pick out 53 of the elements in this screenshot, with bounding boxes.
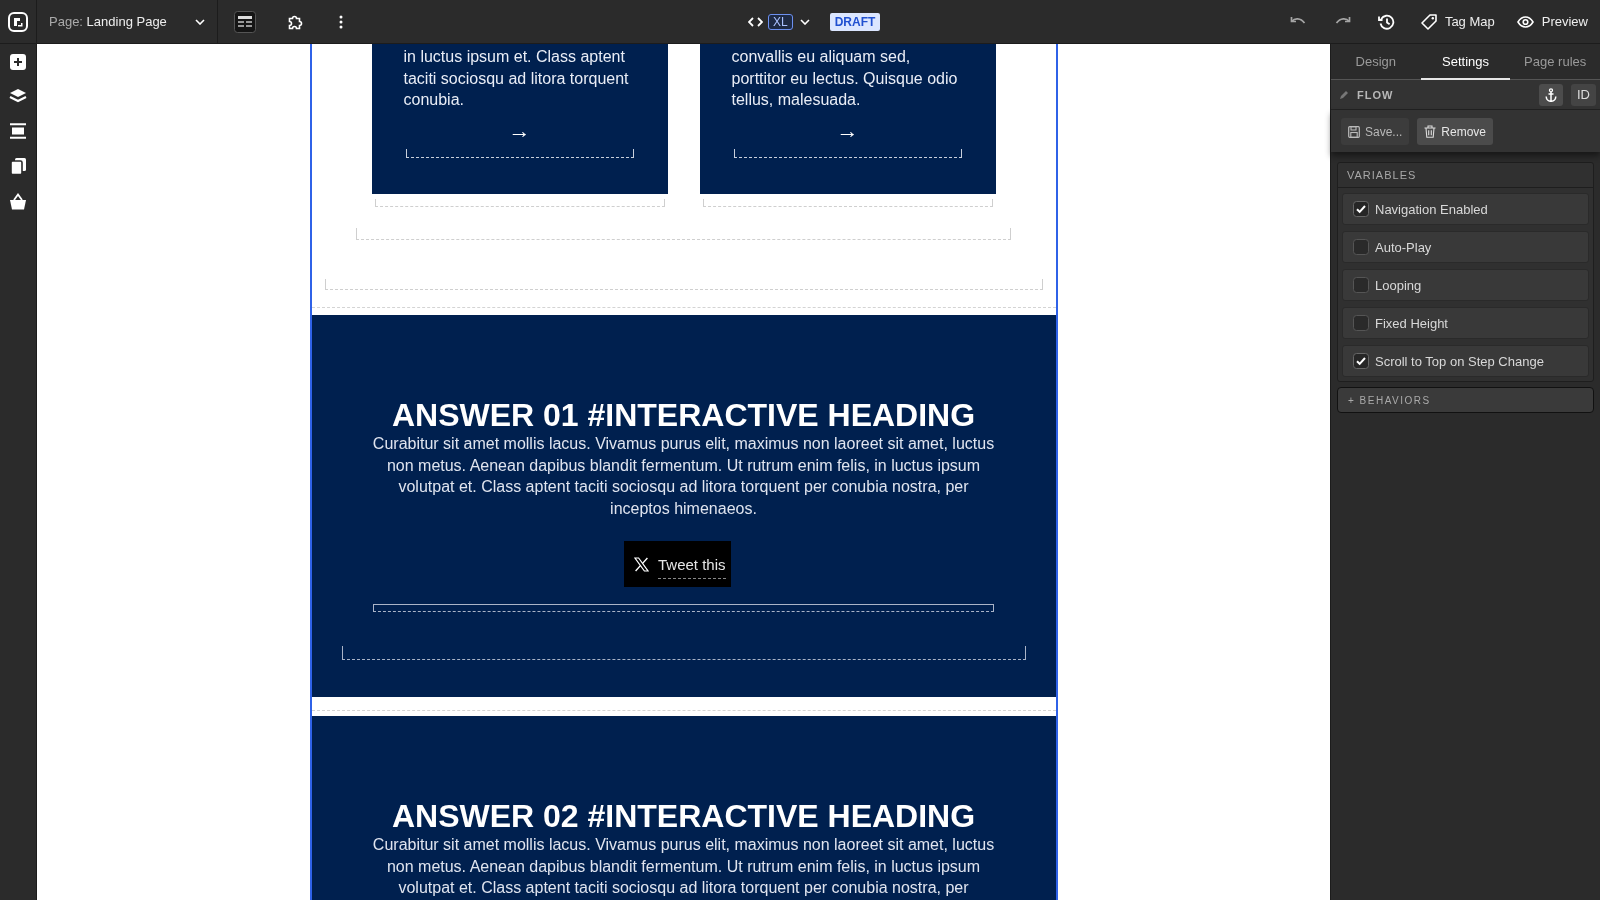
id-button[interactable]: ID: [1571, 83, 1596, 106]
panel-tab[interactable]: Design: [1331, 44, 1421, 80]
kebab-menu-icon[interactable]: [339, 14, 343, 29]
trash-icon: [1424, 125, 1437, 138]
card-text: convallis eu aliquam sed, porttitor eu lectus. Quisque odio tellus, malesuada.: [731, 47, 959, 110]
history-icon[interactable]: [1377, 13, 1395, 30]
section-heading: ANSWER 01 #INTERACTIVE HEADING: [391, 397, 976, 433]
pages-icon[interactable]: [9, 157, 27, 175]
tag-icon: [1420, 13, 1437, 30]
pencil-icon: [1339, 89, 1349, 100]
logo-icon[interactable]: [8, 11, 28, 32]
chevron-down-icon[interactable]: [799, 18, 810, 25]
tag-map-button[interactable]: Tag Map: [1420, 13, 1495, 30]
save-button[interactable]: Save...: [1341, 118, 1410, 145]
code-icon[interactable]: [748, 16, 763, 27]
section-text: Curabitur sit amet mollis lacus. Vivamus purus elit, maximus non laoreet sit amet, luctus non metus. Aenean dapibus blandit fermentum. Ut rutrum enim felis, in luctus ipsum volutpat et. Class aptent taciti sociosqu ad litora torquent per conubia nostra, per inceptos himenaeos.: [371, 434, 996, 519]
variable-option[interactable]: Fixed Height: [1342, 307, 1589, 339]
checkbox[interactable]: [1353, 315, 1369, 331]
layers-icon[interactable]: [9, 88, 27, 105]
preview-button[interactable]: Preview: [1516, 14, 1588, 29]
section-text: Curabitur sit amet mollis lacus. Vivamus purus elit, maximus non laoreet sit amet, luctus non metus. Aenean dapibus blandit fermentum. Ut rutrum enim felis, in luctus ipsum volutpat et. Class aptent taciti sociosqu ad litora torquent per conubia nostra, per: [371, 835, 996, 898]
variable-option[interactable]: Navigation Enabled: [1342, 193, 1589, 225]
variable-option[interactable]: Scroll to Top on Step Change: [1342, 345, 1589, 377]
add-icon[interactable]: [10, 54, 26, 70]
save-icon: [1348, 125, 1360, 138]
variable-option[interactable]: Auto-Play: [1342, 231, 1589, 263]
card-text: in luctus ipsum et. Class aptent taciti sociosqu ad litora torquent conubia.: [403, 47, 630, 110]
checkbox[interactable]: [1353, 353, 1369, 369]
status-badge: DRAFT: [829, 12, 881, 31]
sections-icon[interactable]: [9, 123, 27, 139]
checkbox[interactable]: [1353, 201, 1369, 217]
checkbox[interactable]: [1353, 277, 1369, 293]
variable-option[interactable]: Looping: [1342, 269, 1589, 301]
remove-button[interactable]: Remove: [1417, 118, 1494, 145]
breakpoint-selector[interactable]: XL: [768, 13, 793, 30]
variables-heading: VARIABLES: [1338, 163, 1593, 188]
x-icon: [634, 556, 649, 572]
page-dropdown[interactable]: Page: Landing Page: [37, 0, 218, 43]
puzzle-icon[interactable]: [288, 13, 304, 30]
arrow-link[interactable]: →: [836, 118, 859, 143]
chevron-down-icon: [195, 18, 205, 25]
eye-icon: [1516, 15, 1534, 28]
element-label: FLOW: [1357, 88, 1394, 101]
checkbox[interactable]: [1353, 239, 1369, 255]
tweet-button[interactable]: Tweet this: [624, 541, 731, 587]
section-heading: ANSWER 02 #INTERACTIVE HEADING: [391, 798, 976, 834]
behaviors-button[interactable]: + BEHAVIORS: [1337, 387, 1594, 413]
anchor-button[interactable]: [1539, 83, 1563, 106]
basket-icon[interactable]: [9, 193, 27, 210]
arrow-link[interactable]: →: [508, 118, 531, 143]
anchor-icon: [1545, 87, 1557, 102]
panel-tab[interactable]: Page rules: [1510, 44, 1600, 80]
layout-icon[interactable]: [234, 10, 256, 33]
